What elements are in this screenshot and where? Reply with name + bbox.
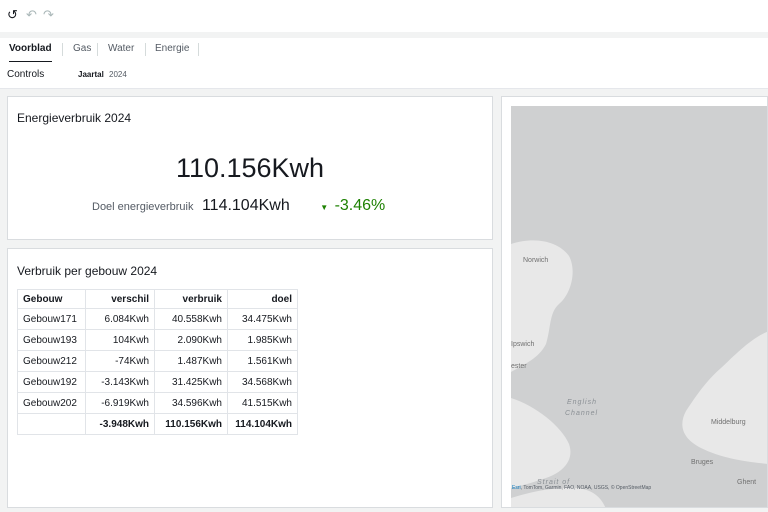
tab-separator [62,43,63,56]
table-header-row: Gebouw verschil verbruik doel [17,289,298,309]
table-cell: 104Kwh [85,329,155,351]
map-label-norwich: Norwich [523,257,548,264]
table-row[interactable]: Gebouw192 -3.143Kwh 31.425Kwh 34.568Kwh [17,371,298,393]
table-cell: 1.561Kwh [227,350,298,372]
table-cell: Gebouw193 [17,329,86,351]
table-cell: -74Kwh [85,350,155,372]
tab-water[interactable]: Water [108,38,134,61]
table-row[interactable]: Gebouw212 -74Kwh 1.487Kwh 1.561Kwh [17,350,298,372]
table-cell: 2.090Kwh [154,329,228,351]
kpi-title: Energieverbruik 2024 [17,111,132,125]
table-cell: Gebouw171 [17,308,86,330]
table-cell: 34.568Kwh [227,371,298,393]
year-filter-value: 2024 [109,70,127,79]
table-cell: 31.425Kwh [154,371,228,393]
col-header-verschil[interactable]: verschil [85,289,155,309]
year-filter[interactable]: Jaartal 2024 [78,70,127,79]
tab-energie[interactable]: Energie [155,38,189,61]
table-cell: 114.104Kwh [227,413,298,435]
controls-label[interactable]: Controls [7,69,44,80]
col-header-doel[interactable]: doel [227,289,298,309]
kpi-card: Energieverbruik 2024 110.156Kwh Doel ene… [7,96,493,240]
table-cell [17,413,86,435]
table-cell: 1.985Kwh [227,329,298,351]
kpi-target-row: Doel energieverbruik 114.104Kwh ▼ -3.46% [92,197,385,215]
table-cell: Gebouw192 [17,371,86,393]
controls-bar: Controls Jaartal 2024 [0,62,768,89]
map-label-bruges: Bruges [691,459,714,466]
map-attribution: Esri, TomTom, Garmin, FAO, NOAA, USGS, ©… [512,485,651,491]
kpi-target-value: 114.104Kwh [201,197,290,214]
table-cell: Gebouw212 [17,350,86,372]
table-cell: -3.948Kwh [85,413,155,435]
table-row[interactable]: Gebouw193 104Kwh 2.090Kwh 1.985Kwh [17,329,298,351]
building-table: Gebouw verschil verbruik doel Gebouw171 … [17,289,298,435]
map-label-ghent: Ghent [737,479,756,486]
year-filter-label: Jaartal [78,70,104,79]
table-cell: 6.084Kwh [85,308,155,330]
kpi-value: 110.156Kwh [175,153,325,183]
table-total-row: -3.948Kwh 110.156Kwh 114.104Kwh [17,413,298,435]
kpi-target-label: Doel energieverbruik [92,201,194,213]
redo-icon[interactable]: ↷ [43,8,54,22]
col-header-gebouw[interactable]: Gebouw [17,289,86,309]
map-canvas[interactable]: Norwich Ipswich ester Middelburg Bruges … [511,106,768,508]
delta-down-icon: ▼ [320,203,329,212]
map-label-ipswich: Ipswich [511,341,534,348]
table-cell: 41.515Kwh [227,392,298,414]
map-label-ester: ester [511,363,527,370]
table-cell: 1.487Kwh [154,350,228,372]
tab-separator [198,43,199,56]
reset-icon[interactable]: ↺ [7,8,18,22]
table-cell: 34.475Kwh [227,308,298,330]
esri-link[interactable]: Esri [512,485,521,491]
table-cell: Gebouw202 [17,392,86,414]
table-cell: -6.919Kwh [85,392,155,414]
table-cell: -3.143Kwh [85,371,155,393]
map-card: Norwich Ipswich ester Middelburg Bruges … [501,96,768,508]
table-title: Verbruik per gebouw 2024 [17,264,158,278]
toolbar: ↺ ↶ ↷ [0,0,768,32]
table-cell: 34.596Kwh [154,392,228,414]
undo-icon[interactable]: ↶ [26,8,37,22]
sheet-tabs: Voorblad Gas Water Energie [0,38,768,63]
map-label-middelburg: Middelburg [711,419,746,426]
map-label-channel: Channel [565,410,598,417]
col-header-verbruik[interactable]: verbruik [154,289,228,309]
map-label-english: English [567,399,597,406]
tab-separator [145,43,146,56]
table-row[interactable]: Gebouw171 6.084Kwh 40.558Kwh 34.475Kwh [17,308,298,330]
building-table-card: Verbruik per gebouw 2024 Gebouw verschil… [7,248,493,508]
table-cell: 40.558Kwh [154,308,228,330]
table-row[interactable]: Gebouw202 -6.919Kwh 34.596Kwh 41.515Kwh [17,392,298,414]
tab-separator [97,43,98,56]
table-cell: 110.156Kwh [154,413,228,435]
attribution-text: , TomTom, Garmin, FAO, NOAA, USGS, © Ope… [520,485,652,491]
tab-voorblad[interactable]: Voorblad [9,38,52,63]
tab-gas[interactable]: Gas [73,38,91,61]
kpi-delta: -3.46% [334,197,386,214]
